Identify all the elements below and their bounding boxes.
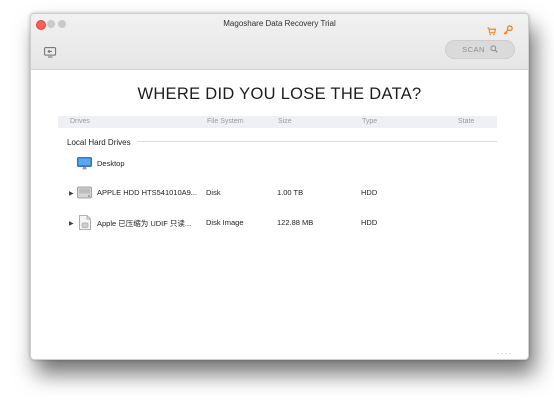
monitor-icon [77,157,92,175]
table-header: Drives File System Size Type State [58,116,497,128]
column-header-size[interactable]: Size [278,118,292,125]
drive-file-system: Disk Image [206,218,244,227]
drive-type: HDD [361,218,378,227]
column-header-type[interactable]: Type [362,118,377,125]
drive-file-system: Disk [206,188,221,197]
drive-row-apple-disk-image[interactable]: ▶ Apple 已压缩为 UDIF 只读... Disk Image 122.8… [31,215,528,233]
drive-size: 122.88 MB [277,218,314,227]
section-divider [137,141,497,142]
expand-arrow-icon[interactable]: ▶ [69,220,74,227]
disk-image-icon [79,215,91,235]
cart-icon[interactable] [487,23,497,41]
section-label: Local Hard Drives [67,138,131,147]
page-heading: WHERE DID YOU LOSE THE DATA? [137,85,422,103]
drive-row-desktop[interactable]: Desktop [31,156,528,174]
drive-size: 1.00 TB [277,188,304,197]
back-screen-icon[interactable] [44,45,57,63]
column-header-drives[interactable]: Drives [70,118,90,125]
drive-name: Desktop [97,159,125,168]
scan-label: SCAN [462,45,485,54]
search-icon [490,44,498,55]
drive-row-apple-hdd[interactable]: ▶ APPLE HDD HTS541010A9... Disk 1.00 TB … [31,185,528,203]
drive-name: APPLE HDD HTS541010A9... [97,188,198,197]
resize-grip[interactable] [497,353,517,355]
column-header-file-system[interactable]: File System [207,118,244,125]
key-icon[interactable] [503,22,513,40]
drive-type: HDD [361,188,378,197]
hard-drive-icon [77,186,92,204]
drive-name: Apple 已压缩为 UDIF 只读... [97,219,192,228]
app-window: Magoshare Data Recovery Trial SCAN WHERE… [30,13,529,360]
toolbar: Magoshare Data Recovery Trial SCAN [31,14,528,70]
column-header-state[interactable]: State [458,118,474,125]
expand-arrow-icon[interactable]: ▶ [69,190,74,197]
scan-button[interactable]: SCAN [445,40,515,59]
window-title: Magoshare Data Recovery Trial [223,19,336,28]
